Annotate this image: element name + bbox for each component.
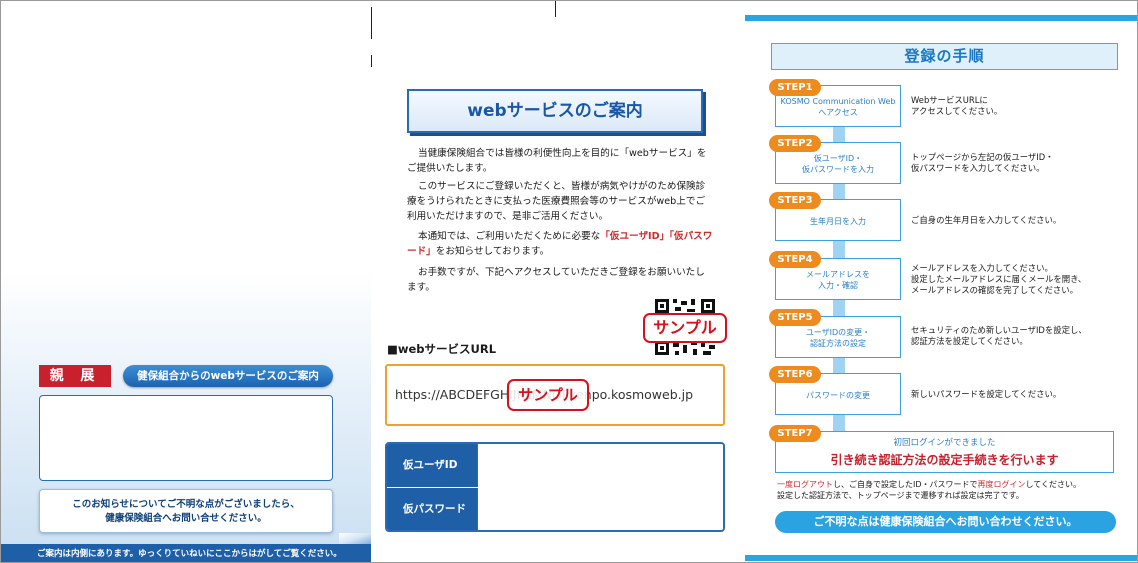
- cut-mark-left-top: [371, 7, 372, 39]
- temp-password-label: 仮パスワード: [387, 488, 477, 530]
- step-4-description: メールアドレスを入力してください。 設定したメールアドレスに届くメールを開き、 メー…: [911, 263, 1087, 295]
- mailer-sheet: 親 展 健保組合からのwebサービスのご案内 このお知らせについてご不明な点がご…: [0, 0, 1138, 563]
- step-3-label: STEP3: [769, 192, 821, 209]
- inquiry-notice-line1: このお知らせについてご不明な点がございましたら、: [72, 499, 300, 510]
- step-2-box-line1: 仮ユーザID・: [813, 154, 863, 163]
- intro-paragraph-4: お手数ですが、下記へアクセスしていただきご登録をお願いいたします。: [407, 267, 705, 293]
- cover-panel: 親 展 健保組合からのwebサービスのご案内 このお知らせについてご不明な点がご…: [1, 1, 371, 562]
- cut-mark-center: [555, 1, 556, 17]
- step-5-box-line1: ユーザIDの変更・: [805, 328, 871, 337]
- steps-title: 登録の手順: [771, 43, 1118, 70]
- sample-stamp-url: サンプル: [507, 379, 589, 411]
- step-3-description: ご自身の生年月日を入力してください。: [911, 215, 1062, 225]
- step-6-label: STEP6: [769, 366, 821, 383]
- step-7-subtitle: 初回ログインができました: [893, 438, 996, 448]
- inquiry-notice-line2: 健康保険組合へお問い合せください。: [105, 513, 267, 524]
- sample-stamp-qr: サンプル: [643, 313, 727, 343]
- step-3-box-line1: 生年月日を入力: [810, 216, 866, 226]
- intro-paragraph-1: 当健康保険組合では皆様の利便性向上を目的に「webサービス」をご提供いたします。: [407, 148, 707, 174]
- cover-title-badge: 健保組合からのwebサービスのご案内: [123, 365, 333, 387]
- step-4-box-line1: メールアドレスを: [806, 270, 870, 279]
- step-1-description: WebサービスURLに アクセスしてください。: [911, 95, 1003, 116]
- relogin-highlight: 再度ログイン: [977, 480, 1026, 489]
- top-accent-bar: [745, 15, 1137, 21]
- confidential-badge: 親 展: [39, 365, 111, 387]
- step-7-headline: 引き続き認証方法の設定手続きを行います: [830, 453, 1059, 467]
- inquiry-notice: このお知らせについてご不明な点がございましたら、 健康保険組合へお問い合せくださ…: [39, 489, 333, 533]
- temp-password-row: 仮パスワード: [387, 488, 723, 530]
- temp-user-id-value: [477, 444, 723, 487]
- intro-paragraph-3: 本通知では、ご利用いただくために必要な「仮ユーザID」「仮パスワード」をお知らせ…: [407, 231, 713, 257]
- temp-password-value: [477, 488, 723, 530]
- panel-title: webサービスのご案内: [407, 89, 703, 133]
- logout-highlight: 一度ログアウト: [777, 480, 833, 489]
- cut-mark-left-bottom: [371, 55, 372, 67]
- address-window: [39, 395, 333, 481]
- step-2-label: STEP2: [769, 135, 821, 152]
- step-1-label: STEP1: [769, 79, 821, 96]
- credentials-table: 仮ユーザID 仮パスワード: [385, 442, 725, 532]
- contact-footer: ご不明な点は健康保険組合へお問い合わせください。: [775, 511, 1116, 533]
- step-7-box: 初回ログインができました 引き続き認証方法の設定手続きを行います: [775, 431, 1114, 473]
- step-1-box-line1: KOSMO Communication Web: [780, 97, 896, 106]
- step-5-box-line2: 認証方法の設定: [810, 339, 866, 348]
- step-6-description: 新しいパスワードを設定してください。: [911, 389, 1062, 399]
- temp-user-id-label: 仮ユーザID: [387, 444, 477, 487]
- web-service-panel: webサービスのご案内 当健康保険組合では皆様の利便性向上を目的に「webサービ…: [371, 1, 745, 562]
- step-4-label: STEP4: [769, 251, 821, 268]
- step-5-description: セキュリティのため新しいユーザIDを設定し、 認証方法を設定してください。: [911, 325, 1087, 346]
- bottom-accent-bar: [745, 555, 1137, 561]
- step-4-box-line2: 入力・確認: [818, 281, 858, 290]
- intro-paragraph-2: このサービスにご登録いただくと、皆様が病気やけがのため保険診療をうけられたときに…: [407, 181, 706, 222]
- step-1-box-line2: へアクセス: [818, 108, 858, 117]
- temp-user-id-row: 仮ユーザID: [387, 444, 723, 487]
- step-6-box-line1: パスワードの変更: [806, 390, 870, 400]
- step-7-label: STEP7: [769, 425, 821, 442]
- step-5-label: STEP5: [769, 309, 821, 326]
- registration-steps-panel: 登録の手順 KOSMO Communication Web へアクセス STEP…: [745, 1, 1137, 562]
- step-2-description: トップページから左記の仮ユーザID・ 仮パスワードを入力してください。: [911, 152, 1054, 173]
- peel-instruction-bar: ご案内は内側にあります。ゆっくりていねいにここからはがしてご覧ください。: [1, 544, 371, 562]
- url-label: ■webサービスURL: [387, 342, 497, 356]
- temp-id-highlight: 「仮ユーザID」: [600, 231, 670, 242]
- step-2-box-line2: 仮パスワードを入力: [802, 165, 874, 174]
- login-note: 一度ログアウトし、ご自身で設定したID・パスワードで再度ログインしてください。 …: [777, 480, 1082, 500]
